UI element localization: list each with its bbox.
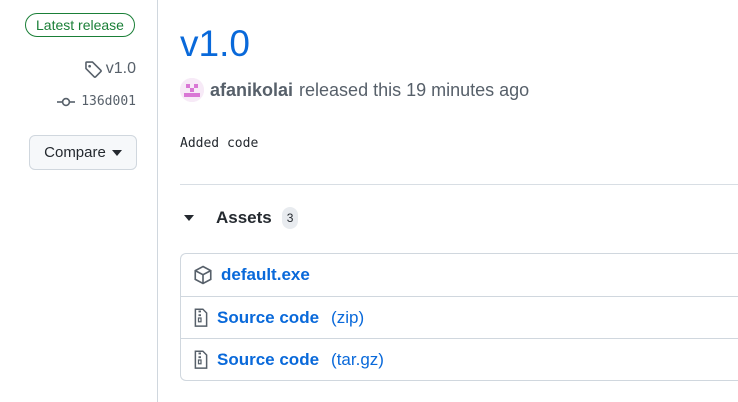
assets-title: Assets xyxy=(216,208,272,227)
triangle-down-icon xyxy=(111,149,122,156)
git-commit-icon xyxy=(57,96,76,108)
commit-sha: 136d001 xyxy=(81,94,136,109)
release-notes: Added code xyxy=(180,136,259,151)
latest-release-badge: Latest release xyxy=(25,13,135,37)
release-byline: afanikolai released this 19 minutes ago xyxy=(180,78,529,102)
divider xyxy=(180,184,738,185)
compare-label: Compare xyxy=(44,144,106,161)
assets-count-badge: 3 xyxy=(281,207,299,229)
file-zip-icon xyxy=(193,350,209,370)
asset-extension: (tar.gz) xyxy=(331,349,384,369)
asset-link[interactable]: Source code xyxy=(217,350,319,370)
tag-link[interactable]: v1.0 xyxy=(84,60,136,78)
released-text: released this 19 minutes ago xyxy=(299,79,530,100)
assets-toggle[interactable]: Assets 3 xyxy=(180,207,299,229)
assets-list: default.exe Source code (zip) Source cod… xyxy=(180,253,738,381)
triangle-down-icon xyxy=(184,215,194,221)
asset-link[interactable]: Source code xyxy=(217,308,319,328)
asset-link[interactable]: default.exe xyxy=(221,265,310,285)
asset-extension: (zip) xyxy=(331,307,365,327)
release-sidebar: Latest release v1.0 136d001 Compare xyxy=(0,0,158,402)
author-link[interactable]: afanikolai xyxy=(210,80,293,101)
release-title[interactable]: v1.0 xyxy=(180,20,250,68)
tag-label: v1.0 xyxy=(105,60,136,77)
avatar[interactable] xyxy=(180,78,204,102)
tag-icon xyxy=(84,60,102,78)
package-icon xyxy=(193,265,213,285)
commit-link[interactable]: 136d001 xyxy=(57,94,136,109)
compare-button[interactable]: Compare xyxy=(29,135,137,170)
asset-row[interactable]: Source code (zip) xyxy=(181,296,738,338)
asset-row[interactable]: Source code (tar.gz) xyxy=(181,338,738,380)
file-zip-icon xyxy=(193,308,209,328)
asset-row[interactable]: default.exe xyxy=(181,254,738,296)
